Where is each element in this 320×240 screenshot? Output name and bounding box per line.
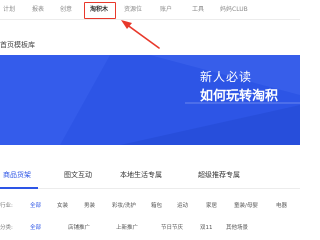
filter-option[interactable]: 店铺推广 bbox=[68, 224, 90, 232]
filter-row-category: 分类: 全部 店铺推广 上新推广 节日节庆 双11 其他场景 bbox=[0, 224, 300, 234]
template-tabs: 商品货架 图文互动 本地生活专属 超级推荐专属 bbox=[0, 163, 300, 189]
filter-option[interactable]: 电器 bbox=[276, 202, 287, 210]
page-title: 首页模板库 bbox=[0, 41, 35, 49]
nav-item-resource-slot[interactable]: 资源位 bbox=[124, 6, 142, 14]
filter-option[interactable]: 男装 bbox=[84, 202, 95, 210]
filter-row-industry: 行业: 全部 女装 男装 彩妆/洗护 箱包 运动 家居 童装/母婴 电器 bbox=[0, 202, 300, 212]
nav-item-creative[interactable]: 创意 bbox=[60, 6, 72, 14]
nav-item-account[interactable]: 账户 bbox=[160, 6, 172, 14]
tab-product-shelf[interactable]: 商品货架 bbox=[3, 170, 31, 180]
filter-label: 分类: bbox=[0, 225, 13, 231]
top-nav: 计划 报表 创意 淘积木 资源位 账户 工具 妈妈CLUB bbox=[0, 0, 300, 20]
tab-super-recommend[interactable]: 超级推荐专属 bbox=[198, 170, 240, 180]
filter-option[interactable]: 运动 bbox=[177, 202, 188, 210]
nav-item-tools[interactable]: 工具 bbox=[192, 6, 204, 14]
nav-item-mama-club[interactable]: 妈妈CLUB bbox=[220, 6, 248, 14]
active-highlight-box bbox=[84, 2, 116, 19]
filter-option[interactable]: 女装 bbox=[57, 202, 68, 210]
banner-title-line2: 如何玩转淘积 bbox=[200, 89, 279, 104]
filter-option[interactable]: 其他场景 bbox=[226, 224, 248, 232]
filter-option[interactable]: 节日节庆 bbox=[161, 224, 183, 232]
filter-option[interactable]: 上新推广 bbox=[116, 224, 138, 232]
promo-banner[interactable]: 新人必读 如何玩转淘积 bbox=[0, 55, 300, 145]
filter-option[interactable]: 箱包 bbox=[151, 202, 162, 210]
tab-graphic-interaction[interactable]: 图文互动 bbox=[64, 170, 92, 180]
filter-option[interactable]: 全部 bbox=[30, 202, 41, 210]
tab-local-life[interactable]: 本地生活专属 bbox=[120, 170, 162, 180]
nav-item-plan[interactable]: 计划 bbox=[3, 6, 15, 14]
nav-item-reports[interactable]: 报表 bbox=[32, 6, 44, 14]
filter-option[interactable]: 童装/母婴 bbox=[234, 202, 258, 210]
filter-option[interactable]: 彩妆/洗护 bbox=[112, 202, 136, 210]
filter-label: 行业: bbox=[0, 203, 13, 209]
active-tab-indicator bbox=[0, 187, 38, 189]
banner-title-line1: 新人必读 bbox=[200, 70, 253, 84]
filter-option[interactable]: 全部 bbox=[30, 224, 41, 232]
filter-option[interactable]: 双11 bbox=[200, 224, 213, 232]
filter-option[interactable]: 家居 bbox=[206, 202, 217, 210]
